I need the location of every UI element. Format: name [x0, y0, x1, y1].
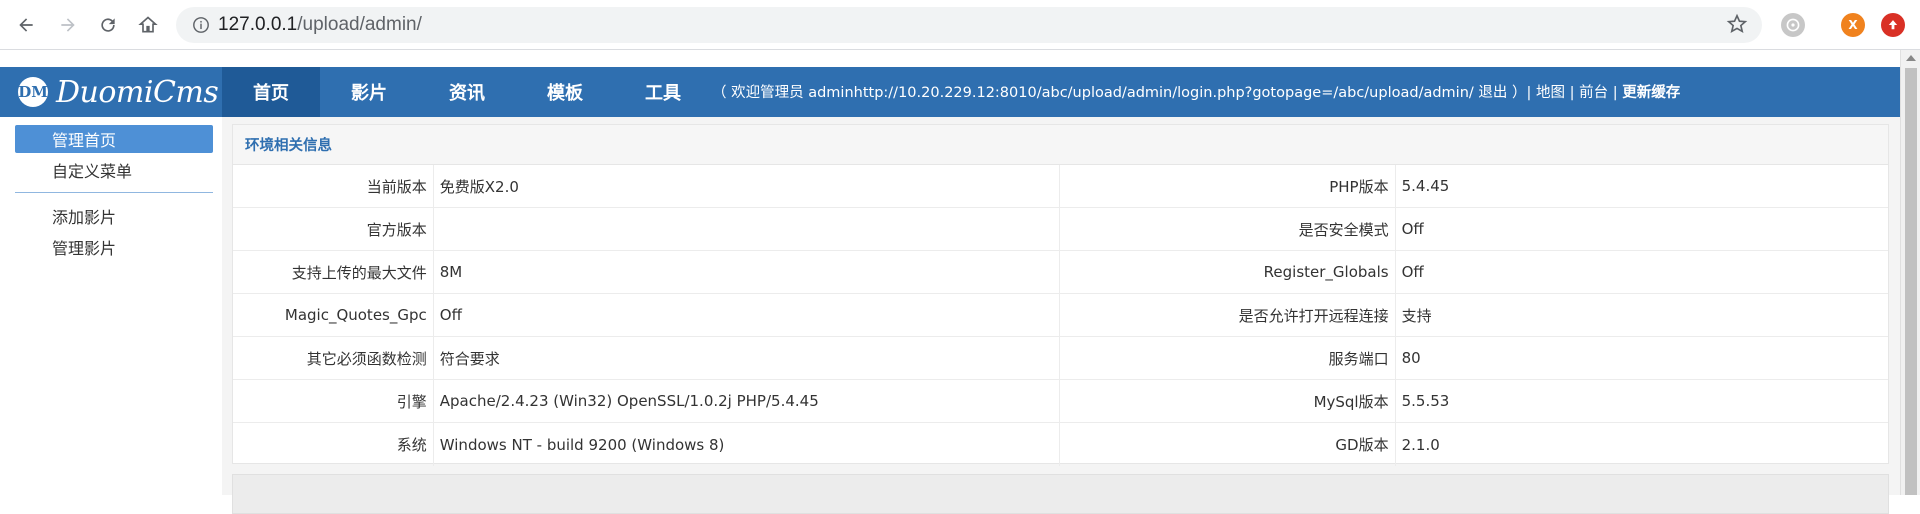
- sidebar-divider: [15, 192, 213, 193]
- row-value: 支持: [1394, 294, 1888, 336]
- home-icon[interactable]: [132, 9, 164, 41]
- duomicms-admin: DM DuomiCms 首页 影片 资讯 模板 工具 （ 欢迎管理员 admin…: [0, 67, 1900, 514]
- extension-x-icon[interactable]: X: [1841, 13, 1865, 37]
- header-user-info[interactable]: （ 欢迎管理员 adminhttp://10.20.229.12:8010/ab…: [712, 81, 1680, 102]
- row-label: PHP版本: [1329, 177, 1389, 196]
- row-value: Off: [1394, 251, 1888, 293]
- environment-info-panel: 环境相关信息 当前版本 免费版X2.0 PHP版本 5.4.45 官方版本 是否…: [232, 124, 1889, 466]
- vertical-scrollbar[interactable]: [1900, 50, 1920, 495]
- sidebar: 管理首页 自定义菜单 添加影片 管理影片: [0, 125, 222, 495]
- scroll-up-icon[interactable]: [1906, 55, 1916, 61]
- row-label: MySql版本: [1313, 392, 1389, 411]
- tab-templates[interactable]: 模板: [516, 67, 614, 117]
- logo[interactable]: DM DuomiCms: [18, 74, 219, 110]
- table-row: 官方版本 是否安全模式 Off: [233, 208, 1888, 251]
- row-label: 服务端口: [1328, 349, 1389, 368]
- row-label: 支持上传的最大文件: [291, 263, 427, 282]
- url-path: /upload/admin/: [297, 14, 422, 35]
- main-content: 环境相关信息 当前版本 免费版X2.0 PHP版本 5.4.45 官方版本 是否…: [222, 117, 1900, 514]
- tab-home[interactable]: 首页: [222, 67, 320, 117]
- url-text: 127.0.0.1/upload/admin/: [218, 14, 422, 36]
- logo-text: DuomiCms: [56, 74, 219, 110]
- row-value: Windows NT - build 9200 (Windows 8): [432, 423, 1060, 466]
- table-row: 支持上传的最大文件 8M Register_Globals Off: [233, 251, 1888, 294]
- row-value: [432, 208, 1060, 250]
- row-value: 8M: [432, 251, 1060, 293]
- logo-mark: DM: [18, 77, 48, 107]
- sidebar-item-admin-home[interactable]: 管理首页: [15, 125, 213, 153]
- row-label: 当前版本: [366, 177, 427, 196]
- row-value: 2.1.0: [1394, 423, 1888, 466]
- info-icon[interactable]: [184, 7, 218, 43]
- row-value: Apache/2.4.23 (Win32) OpenSSL/1.0.2j PHP…: [432, 380, 1060, 422]
- row-label: GD版本: [1335, 436, 1389, 454]
- row-label: 系统: [396, 436, 427, 454]
- scroll-thumb[interactable]: [1905, 68, 1917, 495]
- row-value: Off: [1394, 208, 1888, 250]
- sidebar-item-add-movie[interactable]: 添加影片: [15, 202, 213, 230]
- tab-news[interactable]: 资讯: [418, 67, 516, 117]
- next-panel: [232, 474, 1889, 514]
- row-value: 80: [1394, 337, 1888, 379]
- table-row: 系统 Windows NT - build 9200 (Windows 8) G…: [233, 423, 1888, 466]
- reload-icon[interactable]: [92, 9, 124, 41]
- row-label: 是否安全模式: [1298, 220, 1389, 239]
- table-row: 当前版本 免费版X2.0 PHP版本 5.4.45: [233, 165, 1888, 208]
- top-header: DM DuomiCms 首页 影片 资讯 模板 工具 （ 欢迎管理员 admin…: [0, 67, 1900, 117]
- address-bar[interactable]: 127.0.0.1/upload/admin/: [176, 7, 1762, 43]
- browser-toolbar: 127.0.0.1/upload/admin/ X: [0, 0, 1920, 50]
- row-value: 符合要求: [432, 337, 1060, 379]
- tab-movies[interactable]: 影片: [320, 67, 418, 117]
- row-value: 5.4.45: [1394, 165, 1888, 207]
- sidebar-item-custom-menu[interactable]: 自定义菜单: [15, 156, 213, 184]
- row-label: 引擎: [396, 392, 427, 411]
- update-cache-link[interactable]: 更新缓存: [1622, 85, 1680, 101]
- table-row: 引擎 Apache/2.4.23 (Win32) OpenSSL/1.0.2j …: [233, 380, 1888, 423]
- row-value: 5.5.53: [1394, 380, 1888, 422]
- tab-tools[interactable]: 工具: [614, 67, 712, 117]
- row-label: Magic_Quotes_Gpc: [284, 306, 427, 324]
- main-nav: 首页 影片 资讯 模板 工具: [222, 67, 712, 117]
- table-row: 其它必须函数检测 符合要求 服务端口 80: [233, 337, 1888, 380]
- row-value: Off: [432, 294, 1060, 336]
- forward-icon[interactable]: [52, 9, 84, 41]
- sidebar-item-manage-movies[interactable]: 管理影片: [15, 233, 213, 261]
- header-info-text[interactable]: （ 欢迎管理员 adminhttp://10.20.229.12:8010/ab…: [712, 85, 1622, 101]
- url-host: 127.0.0.1: [218, 14, 298, 35]
- row-label: Register_Globals: [1263, 263, 1389, 281]
- back-icon[interactable]: [10, 9, 42, 41]
- panel-title: 环境相关信息: [233, 125, 1888, 165]
- bookmark-star-icon[interactable]: [1726, 13, 1748, 39]
- update-icon[interactable]: [1881, 13, 1905, 37]
- table-row: Magic_Quotes_Gpc Off 是否允许打开远程连接 支持: [233, 294, 1888, 337]
- row-label: 官方版本: [366, 220, 427, 239]
- extension-x-letter: X: [1848, 18, 1858, 32]
- row-label: 是否允许打开远程连接: [1238, 306, 1389, 325]
- row-label: 其它必须函数检测: [306, 349, 427, 368]
- extension-icon[interactable]: [1781, 13, 1805, 37]
- row-value: 免费版X2.0: [432, 165, 1060, 207]
